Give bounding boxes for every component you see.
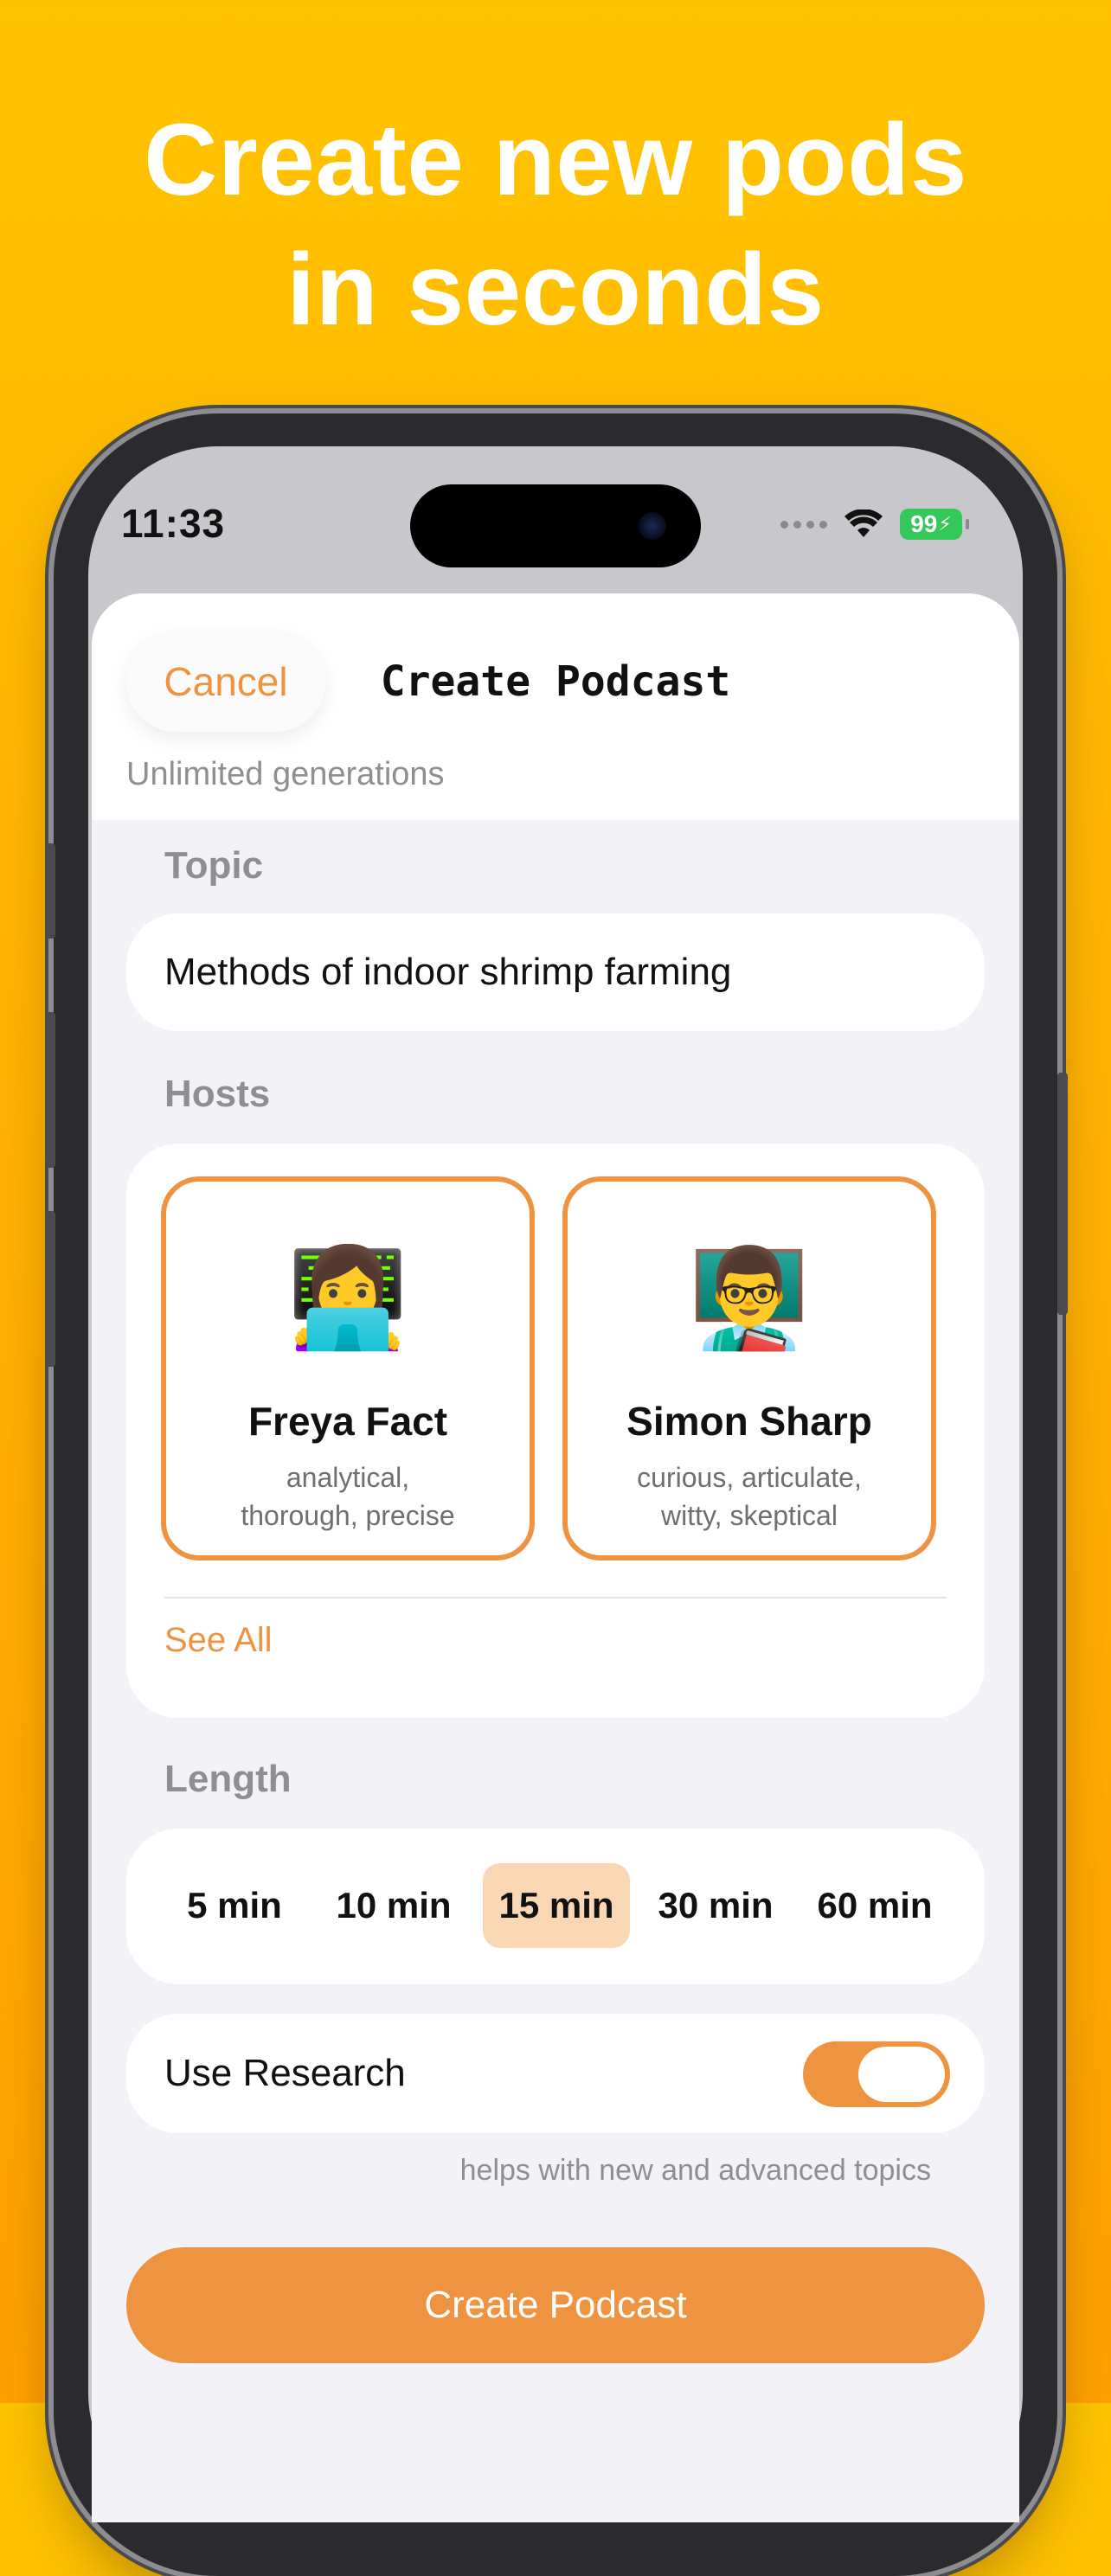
wifi-icon xyxy=(844,509,883,537)
host-name: Freya Fact xyxy=(247,1399,448,1444)
battery-icon: 99 ⚡ xyxy=(900,509,969,540)
length-option-15[interactable]: 15 min xyxy=(483,1863,630,1948)
topic-field[interactable]: Methods of indoor shrimp farming xyxy=(126,913,985,1031)
length-option-5[interactable]: 5 min xyxy=(161,1863,308,1948)
side-button-volume-up xyxy=(45,1012,55,1168)
camera-icon xyxy=(639,512,666,540)
side-button-action xyxy=(45,843,55,939)
hosts-card: 👩‍💻 Freya Fact analytical, thorough, pre… xyxy=(126,1144,985,1718)
host-avatar-icon: 👩‍💻 xyxy=(287,1244,408,1352)
hosts-label: Hosts xyxy=(164,1073,271,1115)
see-all-link[interactable]: See All xyxy=(164,1621,273,1660)
length-option-30[interactable]: 30 min xyxy=(642,1863,789,1948)
generations-note: Unlimited generations xyxy=(126,756,445,792)
battery-level: 99 xyxy=(910,510,938,537)
headline-line-1: Create new pods xyxy=(144,103,967,217)
research-hint: helps with new and advanced topics xyxy=(459,2154,931,2187)
host-name: Simon Sharp xyxy=(626,1399,872,1444)
host-avatar-icon: 👨‍🏫 xyxy=(689,1244,810,1352)
topic-label: Topic xyxy=(164,844,264,887)
research-row: Use Research xyxy=(126,2014,985,2133)
length-picker: 5 min 10 min 15 min 30 min 60 min xyxy=(126,1829,985,1984)
host-card-simon[interactable]: 👨‍🏫 Simon Sharp curious, articulate, wit… xyxy=(562,1176,936,1560)
length-label: Length xyxy=(164,1758,292,1800)
length-option-10[interactable]: 10 min xyxy=(320,1863,467,1948)
side-button-volume-down xyxy=(45,1211,55,1367)
status-icons: 99 ⚡ xyxy=(780,509,969,540)
toggle-knob xyxy=(858,2047,945,2102)
signal-dots-icon xyxy=(780,520,827,529)
topic-value: Methods of indoor shrimp farming xyxy=(164,951,732,993)
status-time: 11:33 xyxy=(121,501,226,546)
side-button-power xyxy=(1057,1073,1068,1315)
length-option-60[interactable]: 60 min xyxy=(801,1863,948,1948)
host-card-freya[interactable]: 👩‍💻 Freya Fact analytical, thorough, pre… xyxy=(161,1176,535,1560)
hosts-divider xyxy=(164,1597,947,1599)
create-podcast-sheet: Cancel Create Podcast Unlimited generati… xyxy=(92,593,1019,2522)
research-toggle[interactable] xyxy=(803,2041,950,2107)
create-podcast-button[interactable]: Create Podcast xyxy=(126,2247,985,2363)
host-traits: analytical, thorough, precise xyxy=(241,1462,455,1531)
sheet-title: Create Podcast xyxy=(380,657,731,706)
headline: Create new pods in seconds xyxy=(0,95,1111,355)
headline-line-2: in seconds xyxy=(286,233,825,347)
research-label: Use Research xyxy=(164,2052,406,2094)
sheet-header: Cancel Create Podcast Unlimited generati… xyxy=(92,593,1019,820)
dynamic-island xyxy=(410,484,701,567)
host-traits: curious, articulate, witty, skeptical xyxy=(637,1462,862,1531)
